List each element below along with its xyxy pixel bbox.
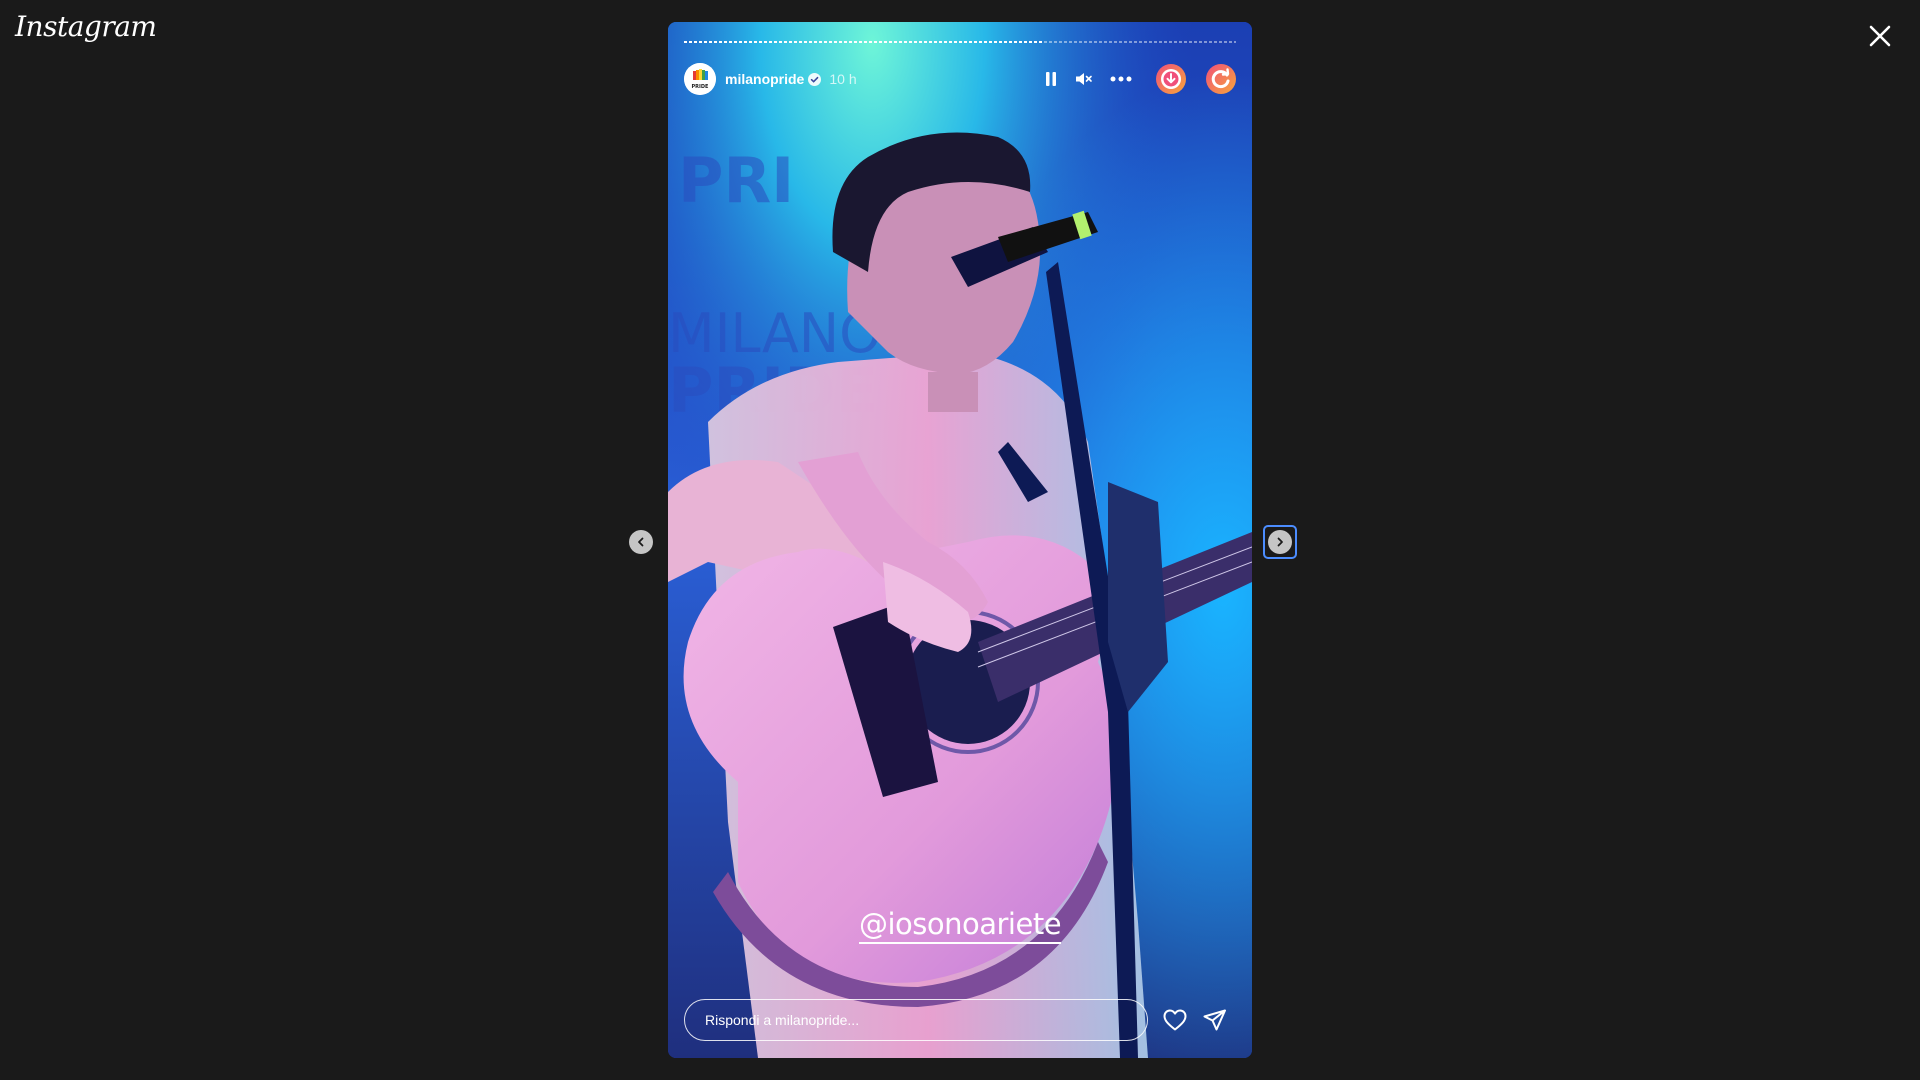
reply-bar	[684, 998, 1236, 1042]
svg-text:PRI: PRI	[678, 144, 794, 217]
previous-story-button[interactable]	[629, 530, 653, 554]
like-button[interactable]	[1162, 1007, 1188, 1033]
more-options-icon	[1110, 76, 1132, 82]
mute-button[interactable]	[1071, 66, 1097, 92]
chevron-right-icon	[1277, 537, 1283, 547]
mention-text[interactable]: @iosonoariete	[858, 907, 1062, 944]
story-photo: PRI MILANO PRIDE	[668, 22, 1252, 1058]
avatar[interactable]: PRIDE	[684, 63, 716, 95]
refresh-extension-button[interactable]	[1206, 64, 1236, 94]
verified-badge-icon	[808, 72, 822, 86]
story-mention-sticker[interactable]: @iosonoariete	[668, 907, 1252, 944]
share-button[interactable]	[1202, 1007, 1228, 1033]
more-options-button[interactable]	[1106, 66, 1136, 92]
story-progress-bar	[684, 41, 1236, 43]
next-story-button[interactable]	[1263, 525, 1297, 559]
story-progress-fill	[684, 41, 1043, 43]
close-story-button[interactable]	[1864, 20, 1896, 52]
mute-icon	[1076, 73, 1092, 85]
instagram-logo[interactable]: Instagram	[15, 10, 157, 43]
story-username[interactable]: milanopride	[725, 71, 804, 87]
pause-button[interactable]	[1038, 66, 1064, 92]
close-icon	[1869, 25, 1891, 47]
story-header: PRIDE milanopride 10 h	[684, 62, 1236, 96]
story-viewer[interactable]: PRI MILANO PRIDE milanopride 10 h @ioson…	[668, 22, 1252, 1058]
reply-input[interactable]	[684, 999, 1148, 1041]
svg-text:PRIDE: PRIDE	[692, 84, 710, 90]
refresh-extension-icon	[1211, 68, 1230, 89]
chevron-left-icon	[638, 537, 644, 547]
heart-icon	[1163, 1009, 1187, 1031]
milano-pride-logo: PRIDE	[684, 63, 716, 95]
story-timestamp: 10 h	[829, 71, 857, 87]
send-icon	[1203, 1009, 1226, 1031]
download-extension-icon	[1161, 69, 1181, 89]
download-extension-button[interactable]	[1156, 64, 1186, 94]
story-controls	[1038, 64, 1236, 94]
pause-icon	[1046, 72, 1056, 86]
